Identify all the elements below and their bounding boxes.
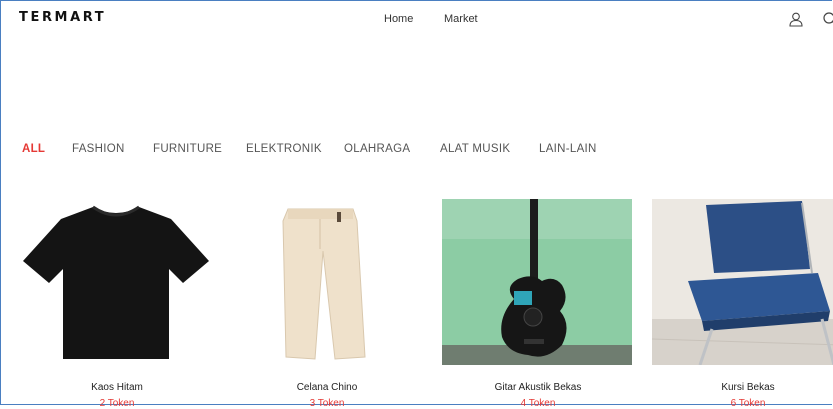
product-price: 6 Token	[652, 398, 833, 409]
product-image-kursi-bekas[interactable]	[652, 199, 833, 365]
tab-alat-musik[interactable]: ALAT MUSIK	[440, 143, 510, 155]
product-image-kaos-hitam[interactable]	[21, 199, 211, 365]
tab-all[interactable]: ALL	[22, 143, 45, 155]
user-icon[interactable]	[788, 11, 804, 27]
product-name: Gitar Akustik Bekas	[442, 382, 634, 393]
search-icon[interactable]	[822, 11, 833, 27]
top-header: TERMART Home Market	[0, 0, 833, 36]
tab-elektronik[interactable]: ELEKTRONIK	[246, 143, 322, 155]
product-price: 2 Token	[21, 398, 213, 409]
product-name: Kursi Bekas	[652, 382, 833, 393]
product-name: Celana Chino	[231, 382, 423, 393]
product-price: 3 Token	[231, 398, 423, 409]
nav-home-link[interactable]: Home	[384, 13, 413, 25]
product-image-gitar-akustik[interactable]	[442, 199, 632, 365]
tab-fashion[interactable]: FASHION	[72, 143, 125, 155]
product-name: Kaos Hitam	[21, 382, 213, 393]
tab-lain-lain[interactable]: LAIN-LAIN	[539, 143, 597, 155]
nav-market-link[interactable]: Market	[444, 13, 478, 25]
product-price: 4 Token	[442, 398, 634, 409]
tab-furniture[interactable]: FURNITURE	[153, 143, 222, 155]
product-image-celana-chino[interactable]	[231, 199, 421, 365]
tab-olahraga[interactable]: OLAHRAGA	[344, 143, 410, 155]
site-logo[interactable]: TERMART	[19, 10, 106, 25]
